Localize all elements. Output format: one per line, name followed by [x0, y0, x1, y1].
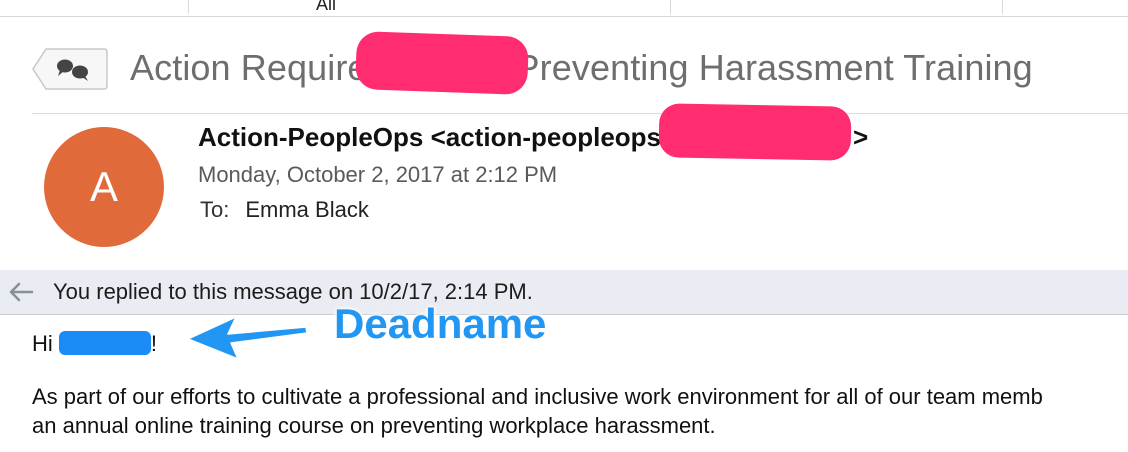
annotation-arrow-icon	[187, 316, 308, 360]
sender-avatar: A	[44, 127, 164, 247]
message-subject: Action Require Preventing Harassment Trai…	[130, 31, 1033, 95]
column-divider	[670, 0, 671, 14]
greeting-start: Hi	[32, 331, 59, 356]
column-divider	[188, 0, 189, 14]
speech-bubbles-icon	[32, 48, 108, 90]
message-body: As part of our efforts to cultivate a pr…	[32, 382, 1128, 440]
sender-email-end: >	[853, 122, 869, 152]
avatar-letter: A	[89, 163, 118, 210]
body-line: As part of our efforts to cultivate a pr…	[32, 384, 1043, 409]
subject-text-start: Action Require	[130, 47, 368, 88]
name-redaction	[58, 331, 151, 356]
subject-divider	[32, 113, 1128, 114]
recipient-name[interactable]: Emma Black	[245, 197, 368, 222]
conversation-icon[interactable]	[32, 48, 108, 90]
replied-banner[interactable]: You replied to this message on 10/2/17, …	[0, 270, 1128, 315]
sender-email-redaction	[658, 103, 852, 161]
sender-line[interactable]: Action-PeopleOps <action-peopleops >	[198, 103, 869, 161]
sender-name: Action-PeopleOps <action-peopleops	[198, 122, 661, 152]
recipient-line: To: Emma Black	[200, 197, 369, 223]
column-divider	[1002, 0, 1003, 14]
message-list-strip: All	[0, 0, 1128, 17]
all-filter-label[interactable]: All	[316, 0, 336, 15]
greeting-line: Hi !	[32, 331, 157, 357]
subject-text-end: Preventing Harassment Training	[515, 47, 1033, 88]
subject-redaction	[354, 31, 529, 95]
message-date: Monday, October 2, 2017 at 2:12 PM	[198, 162, 558, 187]
body-line: an annual online training course on prev…	[32, 413, 716, 438]
reply-arrow-icon	[9, 282, 34, 302]
greeting-end: !	[150, 331, 158, 356]
to-label: To:	[200, 197, 230, 222]
annotation-label: Deadname	[334, 300, 547, 347]
